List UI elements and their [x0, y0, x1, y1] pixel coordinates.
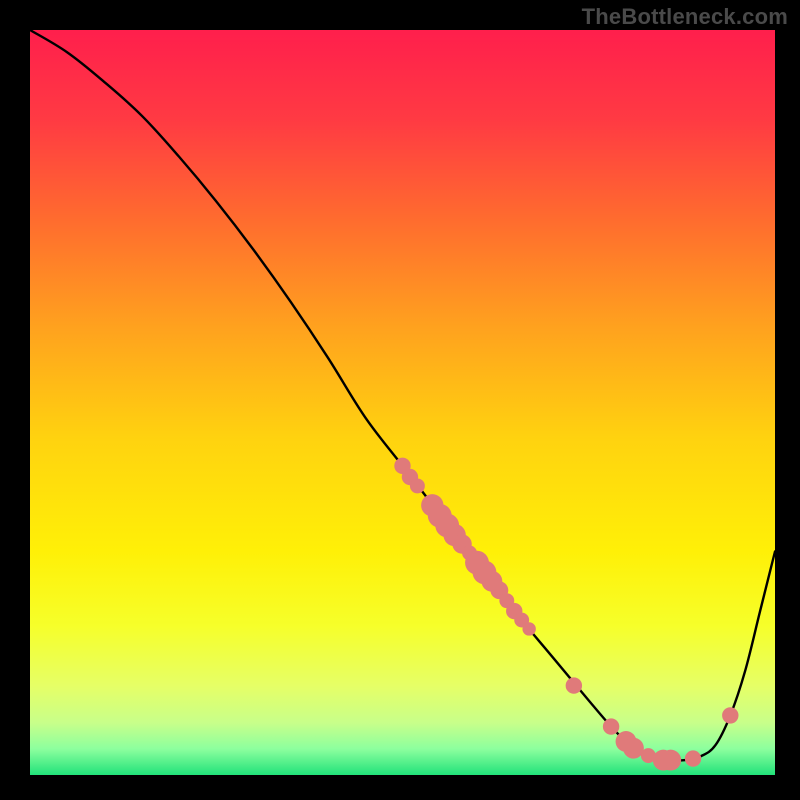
plot-background — [30, 30, 775, 775]
curve-marker — [522, 622, 535, 635]
chart-stage: TheBottleneck.com — [0, 0, 800, 800]
curve-marker — [603, 718, 619, 734]
bottleneck-chart — [0, 0, 800, 800]
curve-marker — [410, 478, 425, 493]
curve-marker — [722, 707, 738, 723]
curve-marker — [660, 750, 681, 771]
curve-marker — [685, 750, 701, 766]
curve-marker — [623, 738, 644, 759]
curve-marker — [566, 677, 582, 693]
